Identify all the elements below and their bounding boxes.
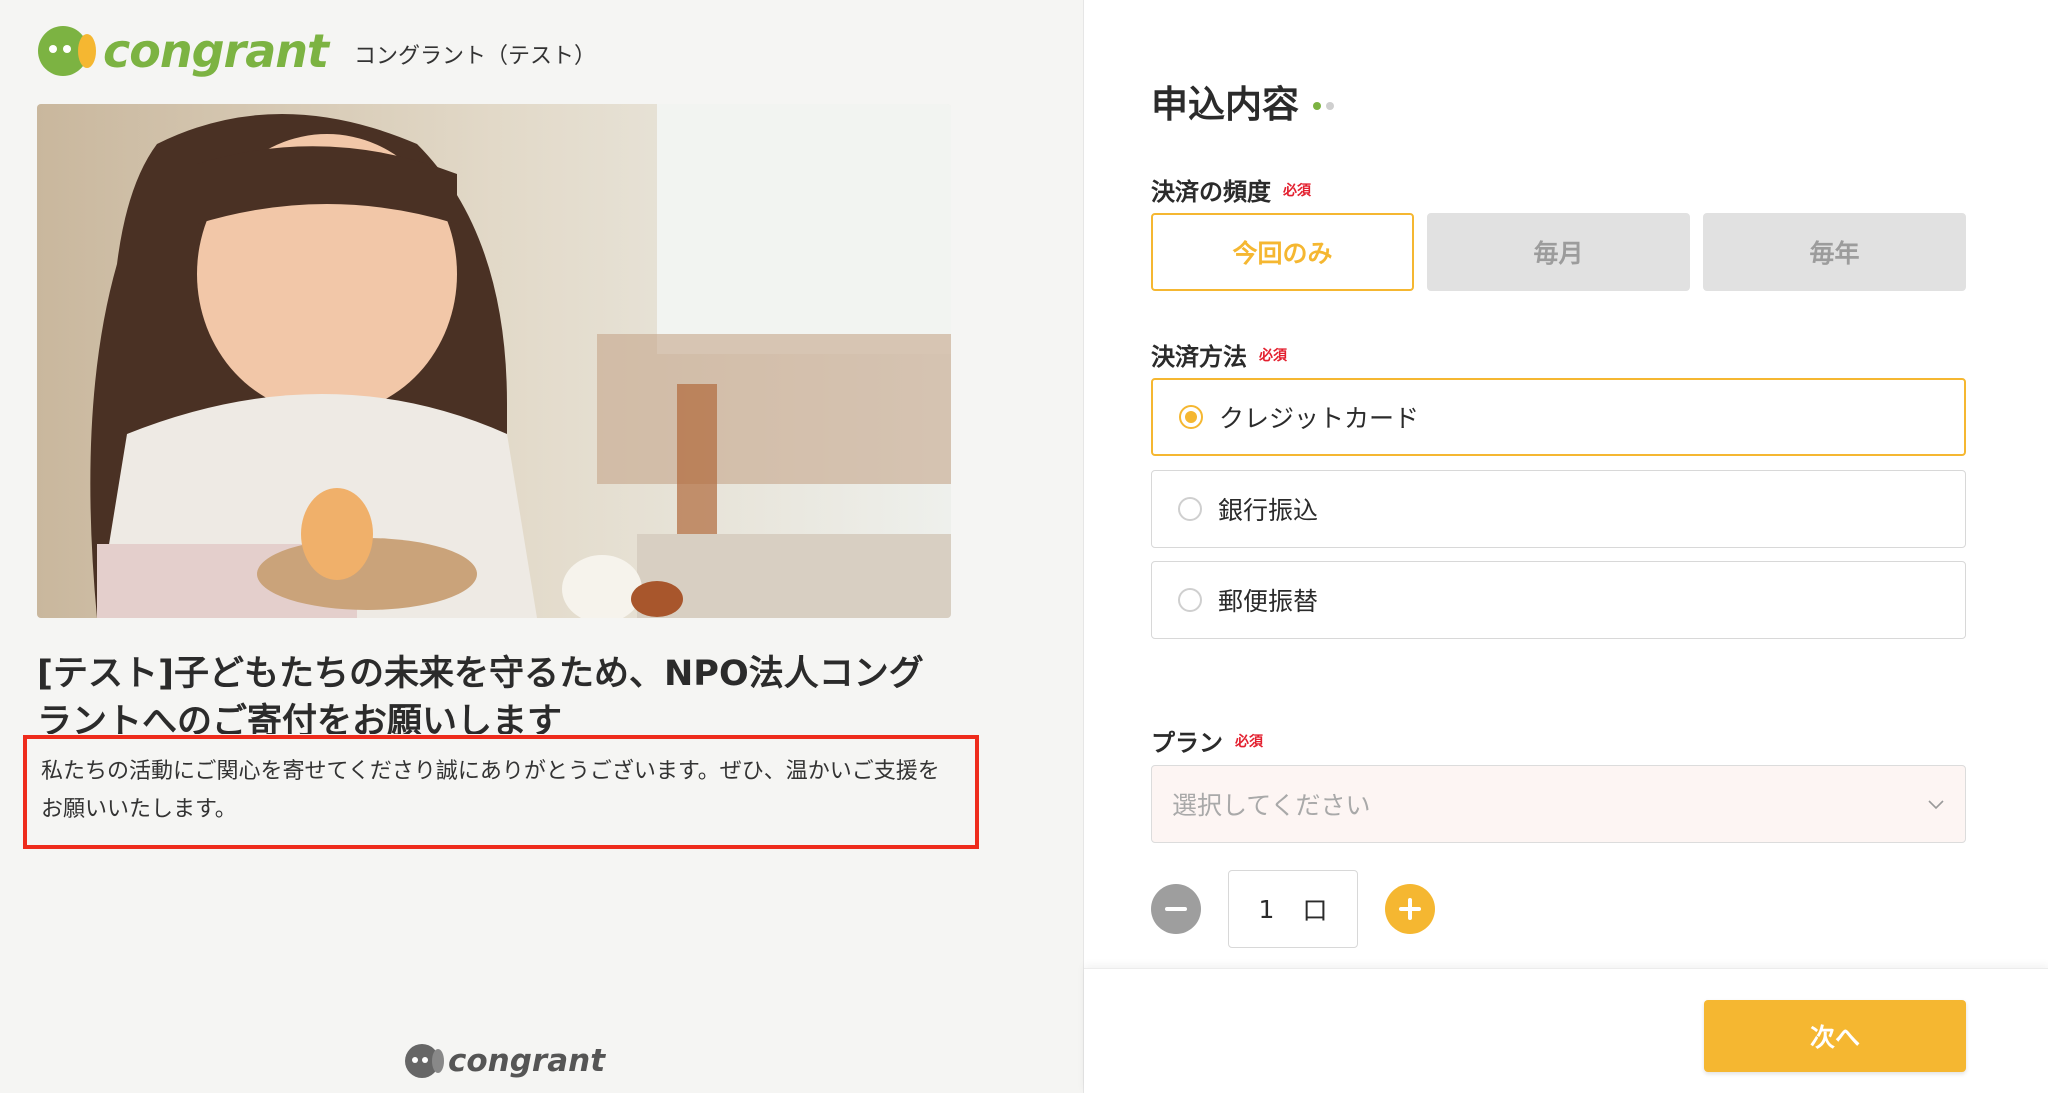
minus-icon bbox=[1165, 907, 1187, 911]
chevron-down-icon bbox=[1928, 800, 1944, 810]
org-name: コングラント（テスト） bbox=[354, 44, 597, 69]
donation-form-panel: 申込内容 決済の頻度 必須 今回のみ 毎月 毎年 決済方法 必須 クレジットカー… bbox=[1083, 0, 2048, 1093]
section-title-text: 申込内容 bbox=[1151, 83, 1299, 126]
radio-selected-icon[interactable] bbox=[1179, 405, 1203, 429]
step-dot-active-icon bbox=[1313, 102, 1321, 110]
frequency-monthly-button[interactable]: 毎月 bbox=[1427, 213, 1690, 291]
decrement-button[interactable] bbox=[1151, 884, 1201, 934]
required-badge: 必須 bbox=[1283, 182, 1311, 199]
campaign-panel: congrant コングラント（テスト） [テスト]子どもたちの未来を守るため、… bbox=[0, 0, 1083, 1093]
footer-logo-text: congrant bbox=[448, 1043, 606, 1079]
frequency-yearly-button[interactable]: 毎年 bbox=[1703, 213, 1966, 291]
payment-method-label: 銀行振込 bbox=[1218, 496, 1319, 525]
payment-method-bank-transfer[interactable]: 銀行振込 bbox=[1151, 470, 1966, 548]
payment-method-credit-card[interactable]: クレジットカード bbox=[1151, 378, 1966, 456]
congrant-logo-icon bbox=[37, 23, 97, 79]
quantity-stepper: 1 口 bbox=[1151, 870, 1435, 948]
payment-method-label: 郵便振替 bbox=[1218, 587, 1319, 616]
frequency-options: 今回のみ 毎月 毎年 bbox=[1151, 213, 1966, 291]
payment-method-label: クレジットカード bbox=[1219, 404, 1420, 433]
header-brand: congrant コングラント（テスト） bbox=[37, 23, 596, 79]
plus-icon bbox=[1399, 898, 1421, 920]
plan-label-text: プラン bbox=[1151, 729, 1223, 757]
campaign-description-highlight: 私たちの活動にご関心を寄せてくださり誠にありがとうございます。ぜひ、温かいご支援… bbox=[23, 735, 979, 849]
step-indicator bbox=[1313, 102, 1339, 110]
campaign-title: [テスト]子どもたちの未来を守るため、NPO法人コングラントへのご寄付をお願いし… bbox=[37, 654, 924, 734]
quantity-field[interactable]: 1 口 bbox=[1228, 870, 1358, 948]
plan-select[interactable]: 選択してください bbox=[1151, 765, 1966, 843]
required-badge: 必須 bbox=[1235, 733, 1263, 750]
step-dot-icon bbox=[1326, 102, 1334, 110]
payment-method-label-text: 決済方法 bbox=[1151, 343, 1247, 371]
frequency-once-button[interactable]: 今回のみ bbox=[1151, 213, 1414, 291]
payment-method-label: 決済方法 必須 bbox=[1151, 337, 1287, 372]
quantity-value: 1 bbox=[1258, 894, 1275, 924]
frequency-label-text: 決済の頻度 bbox=[1151, 178, 1271, 206]
increment-button[interactable] bbox=[1385, 884, 1435, 934]
plan-label: プラン 必須 bbox=[1151, 723, 1263, 758]
payment-method-postal-transfer[interactable]: 郵便振替 bbox=[1151, 561, 1966, 639]
plan-placeholder: 選択してください bbox=[1172, 791, 1371, 820]
required-badge: 必須 bbox=[1259, 347, 1287, 364]
frequency-label: 決済の頻度 必須 bbox=[1151, 172, 1311, 207]
campaign-description: 私たちの活動にご関心を寄せてくださり誠にありがとうございます。ぜひ、温かいご支援… bbox=[41, 759, 940, 822]
radio-icon[interactable] bbox=[1178, 588, 1202, 612]
footer-brand: congrant bbox=[404, 1042, 605, 1080]
radio-icon[interactable] bbox=[1178, 497, 1202, 521]
quantity-unit: 口 bbox=[1302, 896, 1328, 925]
congrant-footer-logo-icon bbox=[404, 1042, 444, 1080]
next-button[interactable]: 次へ bbox=[1704, 1000, 1966, 1072]
logo-text: congrant bbox=[103, 24, 329, 78]
form-footer-bar: 次へ bbox=[1084, 968, 2048, 1093]
hero-image bbox=[37, 104, 951, 618]
form-section-title: 申込内容 bbox=[1151, 74, 1339, 128]
